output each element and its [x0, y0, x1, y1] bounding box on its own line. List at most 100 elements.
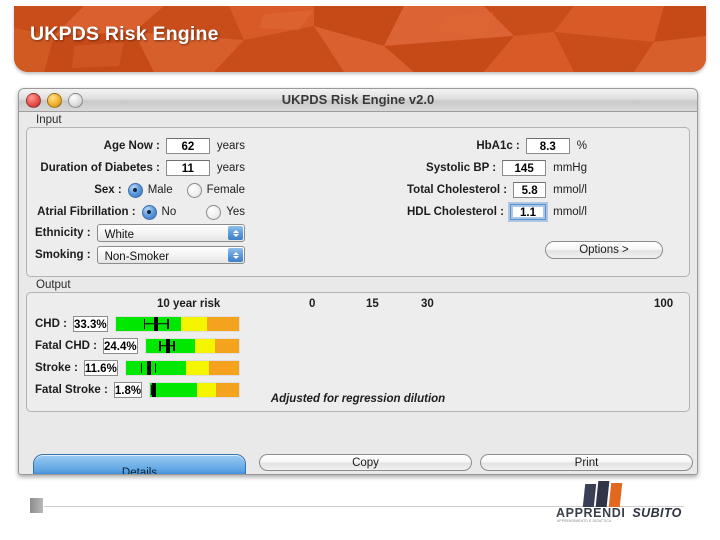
- field-smoking: Smoking : Non-Smoker: [35, 246, 245, 264]
- scale-tick-0: 0: [309, 298, 316, 310]
- logo-primary-text: APPRENDI: [556, 506, 626, 520]
- output-row-chd: CHD : 33.3%: [35, 315, 240, 332]
- field-total-cholesterol: Total Cholesterol : 5.8 mmol/l: [407, 181, 587, 199]
- radio-unselected-icon[interactable]: [206, 204, 222, 220]
- hba1c-unit: %: [576, 140, 587, 152]
- hba1c-input[interactable]: 8.3: [525, 138, 570, 154]
- fatal-chd-risk-bar: [144, 337, 240, 354]
- zone-moderate: [185, 360, 210, 375]
- field-sex: Sex : Male Female: [35, 181, 245, 199]
- books-icon: [582, 481, 623, 507]
- chd-value: 33.3%: [72, 315, 108, 332]
- chd-risk-bar: [114, 315, 240, 332]
- fatal-chd-ci-high-cap: [173, 340, 175, 351]
- smoking-select[interactable]: Non-Smoker: [96, 246, 245, 264]
- apprendi-subito-logo: APPRENDI SUBITO APPRENDIMENTO E DIDATTIC…: [556, 481, 696, 529]
- smoking-value: Non-Smoker: [104, 251, 170, 263]
- total-cholesterol-input[interactable]: 5.8: [513, 182, 547, 198]
- scale-tick-30: 30: [421, 298, 434, 310]
- field-duration-of-diabetes: Duration of Diabetes : 11 years: [35, 159, 245, 177]
- atrial-fibrillation-label: Atrial Fibrillation :: [37, 206, 136, 218]
- age-now-label: Age Now :: [103, 140, 160, 152]
- radio-unselected-icon[interactable]: [186, 182, 202, 198]
- hba1c-label: HbA1c :: [476, 140, 520, 152]
- window-titlebar[interactable]: UKPDS Risk Engine v2.0: [19, 89, 697, 112]
- field-age-now: Age Now : 62 years: [35, 137, 245, 155]
- close-icon[interactable]: [26, 93, 41, 108]
- output-group-label: Output: [36, 279, 71, 291]
- sex-male-label: Male: [147, 184, 173, 196]
- fatal-chd-ci-low-cap: [159, 340, 161, 351]
- application-window: UKPDS Risk Engine v2.0 Input Age Now : 6…: [18, 88, 698, 475]
- field-systolic-bp: Systolic BP : 145 mmHg: [407, 159, 587, 177]
- fatal-chd-risk-marker: [165, 338, 170, 353]
- hdl-cholesterol-label: HDL Cholesterol :: [407, 206, 504, 218]
- window-title: UKPDS Risk Engine v2.0: [281, 92, 435, 107]
- af-no-label: No: [161, 206, 177, 218]
- duration-unit: years: [216, 162, 245, 174]
- hdl-cholesterol-unit: mmol/l: [553, 206, 587, 218]
- ethnicity-label: Ethnicity :: [35, 227, 91, 239]
- minimize-icon[interactable]: [47, 93, 62, 108]
- output-group: 10 year risk 0 15 30 100 CHD : 33.3% Fat…: [26, 292, 690, 412]
- age-now-unit: years: [216, 140, 245, 152]
- output-row-fatal-chd: Fatal CHD : 24.4%: [35, 337, 240, 354]
- fatal-chd-value: 24.4%: [102, 337, 138, 354]
- systolic-bp-input[interactable]: 145: [502, 160, 547, 176]
- field-atrial-fibrillation: Atrial Fibrillation : No Yes: [35, 203, 245, 221]
- options-button[interactable]: Options >: [545, 241, 663, 259]
- af-radio-no[interactable]: No: [141, 204, 177, 220]
- field-hba1c: HbA1c : 8.3 %: [407, 137, 587, 155]
- radio-selected-icon[interactable]: [141, 204, 157, 220]
- sex-label: Sex :: [94, 184, 122, 196]
- duration-input[interactable]: 11: [165, 160, 210, 176]
- radio-selected-icon[interactable]: [127, 182, 143, 198]
- duration-label: Duration of Diabetes :: [40, 162, 160, 174]
- systolic-bp-label: Systolic BP :: [426, 162, 497, 174]
- window-body: Input Age Now : 62 years Duration of Dia…: [19, 114, 697, 474]
- field-ethnicity: Ethnicity : White: [35, 224, 245, 242]
- chd-risk-marker: [153, 316, 158, 331]
- logo-secondary-text: SUBITO: [632, 506, 682, 520]
- scale-tick-15: 15: [366, 298, 379, 310]
- field-hdl-cholesterol: HDL Cholesterol : 1.1 mmol/l: [407, 203, 587, 221]
- output-row-stroke: Stroke : 11.6%: [35, 359, 240, 376]
- sex-radio-female[interactable]: Female: [186, 182, 245, 198]
- copy-button[interactable]: Copy: [259, 454, 472, 471]
- total-cholesterol-label: Total Cholesterol :: [407, 184, 508, 196]
- scale-tick-100: 100: [654, 298, 674, 310]
- regression-dilution-note: Adjusted for regression dilution: [270, 393, 446, 405]
- window-controls[interactable]: [26, 93, 83, 108]
- zone-moderate: [180, 316, 207, 331]
- stroke-label: Stroke :: [35, 361, 78, 374]
- ethnicity-select[interactable]: White: [96, 224, 245, 242]
- input-group: Age Now : 62 years Duration of Diabetes …: [26, 127, 690, 277]
- af-radio-yes[interactable]: Yes: [206, 204, 245, 220]
- zoom-icon[interactable]: [68, 93, 83, 108]
- stroke-ci-high-cap: [154, 362, 157, 373]
- logo-wordmark: APPRENDI SUBITO: [556, 506, 682, 520]
- footer-bullet-icon: [30, 498, 43, 513]
- slide: UKPDS Risk Engine UKPDS Risk Engine v2.0…: [0, 0, 720, 540]
- stroke-value: 11.6%: [83, 359, 118, 376]
- total-cholesterol-unit: mmol/l: [553, 184, 587, 196]
- chevron-updown-icon[interactable]: [228, 226, 243, 240]
- print-button[interactable]: Print: [480, 454, 693, 471]
- stroke-risk-bar: [124, 359, 240, 376]
- hdl-cholesterol-input[interactable]: 1.1: [509, 204, 547, 220]
- page-title: UKPDS Risk Engine: [30, 23, 219, 45]
- zone-high: [209, 360, 239, 375]
- fatal-chd-label: Fatal CHD :: [35, 339, 97, 352]
- ethnicity-value: White: [104, 229, 134, 241]
- details-button[interactable]: Details: [33, 454, 246, 474]
- chevron-updown-icon[interactable]: [228, 248, 243, 262]
- logo-tagline: APPRENDIMENTO E DIDATTICA: [557, 519, 612, 523]
- sex-female-label: Female: [206, 184, 245, 196]
- zone-high: [214, 338, 239, 353]
- age-now-input[interactable]: 62: [165, 138, 210, 154]
- chd-ci-high-cap: [167, 318, 169, 329]
- stroke-risk-marker: [147, 360, 152, 375]
- input-group-label: Input: [36, 114, 62, 126]
- sex-radio-male[interactable]: Male: [127, 182, 173, 198]
- zone-moderate: [194, 338, 215, 353]
